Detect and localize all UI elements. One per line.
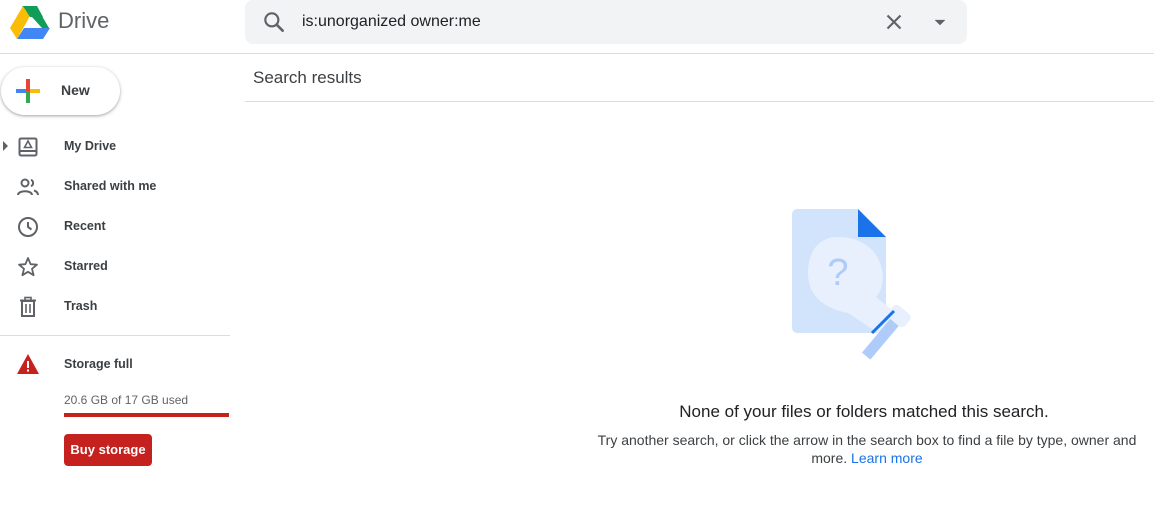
drive-logo-icon[interactable] — [10, 4, 50, 40]
star-icon — [18, 257, 38, 277]
search-options-dropdown-icon[interactable] — [927, 9, 953, 35]
plus-icon — [16, 79, 40, 103]
clock-icon — [18, 217, 38, 237]
sidebar-item-shared-with-me[interactable]: Shared with me — [0, 166, 230, 206]
storage-used-text[interactable]: 20.6 GB of 17 GB used — [64, 393, 188, 407]
sidebar-item-trash[interactable]: Trash — [0, 286, 230, 326]
people-icon — [17, 178, 39, 196]
sidebar-item-label: Shared with me — [64, 179, 157, 193]
empty-state-title: None of your files or folders matched th… — [679, 402, 1049, 421]
no-results-illustration-icon: ? — [792, 209, 911, 360]
sidebar-divider — [0, 335, 230, 336]
top-bar: Drive — [0, 0, 1154, 54]
my-drive-icon — [18, 137, 38, 157]
results-divider — [245, 101, 1154, 102]
warning-icon — [17, 354, 39, 374]
new-button[interactable]: New — [1, 67, 120, 115]
empty-state-description: Try another search, or click the arrow i… — [594, 431, 1140, 467]
sidebar-item-label: My Drive — [64, 139, 117, 153]
close-icon[interactable] — [881, 9, 907, 35]
search-input[interactable] — [302, 8, 862, 36]
trash-icon — [20, 296, 36, 317]
sidebar-item-starred[interactable]: Starred — [0, 246, 230, 286]
sidebar-item-my-drive[interactable]: My Drive — [0, 126, 230, 166]
sidebar-nav: My Drive Shared with me Recent Starred T… — [0, 126, 230, 326]
search-box[interactable] — [245, 0, 967, 44]
sidebar-item-label: Trash — [64, 299, 98, 313]
storage-usage-bar — [64, 413, 229, 417]
sidebar-item-label: Recent — [64, 219, 106, 233]
sidebar-item-recent[interactable]: Recent — [0, 206, 230, 246]
svg-text:?: ? — [827, 252, 848, 294]
sidebar-item-label: Starred — [64, 259, 108, 273]
storage-title[interactable]: Storage full — [64, 357, 133, 371]
storage-usage-fill — [64, 413, 229, 417]
expand-caret-icon[interactable] — [3, 141, 8, 151]
buy-storage-button[interactable]: Buy storage — [64, 434, 152, 466]
new-button-label: New — [61, 82, 90, 98]
search-icon[interactable] — [261, 9, 287, 35]
page-title: Search results — [253, 68, 362, 87]
learn-more-link[interactable]: Learn more — [851, 450, 923, 466]
app-name[interactable]: Drive — [58, 8, 109, 34]
